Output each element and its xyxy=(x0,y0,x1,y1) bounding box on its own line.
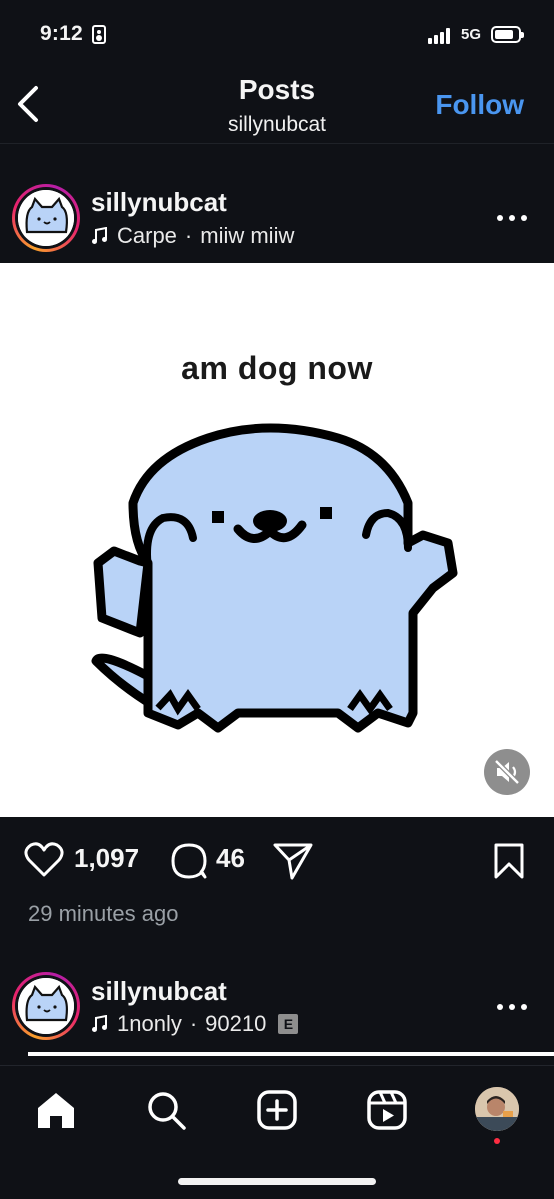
signal-strength-icon xyxy=(428,28,454,44)
mute-toggle-button[interactable] xyxy=(484,749,530,795)
bookmark-icon[interactable] xyxy=(493,842,525,880)
speaker-muted-icon xyxy=(494,759,520,785)
send-icon[interactable] xyxy=(272,841,314,881)
profile-avatar-tab[interactable] xyxy=(475,1087,519,1131)
music-separator: · xyxy=(184,223,193,248)
cat-avatar-icon xyxy=(18,978,74,1034)
comment-icon[interactable] xyxy=(169,841,209,881)
top-navigation-bar: Posts sillynubcat Follow xyxy=(0,70,554,144)
music-note-icon xyxy=(92,227,107,244)
home-icon[interactable] xyxy=(34,1088,78,1132)
blue-dog-illustration xyxy=(91,423,458,733)
music-artist: miiw miiw xyxy=(200,223,295,248)
status-time: 9:12 xyxy=(40,22,83,45)
avatar xyxy=(475,1087,519,1131)
more-options-icon[interactable] xyxy=(496,1002,530,1012)
comment-count[interactable]: 46 xyxy=(216,843,245,874)
cat-avatar-icon xyxy=(18,190,74,246)
like-count[interactable]: 1,097 xyxy=(74,843,139,874)
heart-icon[interactable] xyxy=(24,842,64,878)
network-type: 5G xyxy=(461,26,482,43)
notification-dot xyxy=(494,1138,500,1144)
next-post-image-edge xyxy=(28,1052,554,1056)
explicit-badge: E xyxy=(278,1014,299,1034)
music-title: 1nonly xyxy=(117,1011,182,1036)
post-music-info[interactable]: Carpe · miiw miiw xyxy=(91,223,294,249)
battery-icon xyxy=(491,26,524,43)
post-header: sillynubcat Carpe · miiw miiw xyxy=(0,178,554,262)
status-bar: 9:12 5G xyxy=(0,0,554,70)
avatar[interactable] xyxy=(12,184,80,252)
music-title: Carpe xyxy=(117,223,177,248)
next-post-header: sillynubcat 1nonly · 90210 E xyxy=(0,966,554,1050)
avatar[interactable] xyxy=(12,972,80,1040)
next-post-music-info[interactable]: 1nonly · 90210 E xyxy=(91,1011,299,1037)
sim-card-icon xyxy=(92,25,106,44)
reels-icon[interactable] xyxy=(365,1088,409,1132)
search-icon[interactable] xyxy=(144,1088,188,1132)
more-options-icon[interactable] xyxy=(496,213,530,223)
music-artist: 90210 xyxy=(205,1011,267,1036)
music-separator: · xyxy=(189,1011,198,1036)
post-image[interactable]: am dog now xyxy=(0,263,554,817)
music-note-icon xyxy=(92,1015,107,1032)
post-username[interactable]: sillynubcat xyxy=(91,187,227,218)
plus-square-icon[interactable] xyxy=(255,1088,299,1132)
next-post-username[interactable]: sillynubcat xyxy=(91,976,227,1007)
post-actions-bar: 1,097 46 xyxy=(0,832,554,888)
home-indicator xyxy=(178,1178,376,1185)
post-timestamp: 29 minutes ago xyxy=(28,901,179,926)
follow-button[interactable]: Follow xyxy=(435,89,524,121)
image-caption-text: am dog now xyxy=(181,350,373,386)
